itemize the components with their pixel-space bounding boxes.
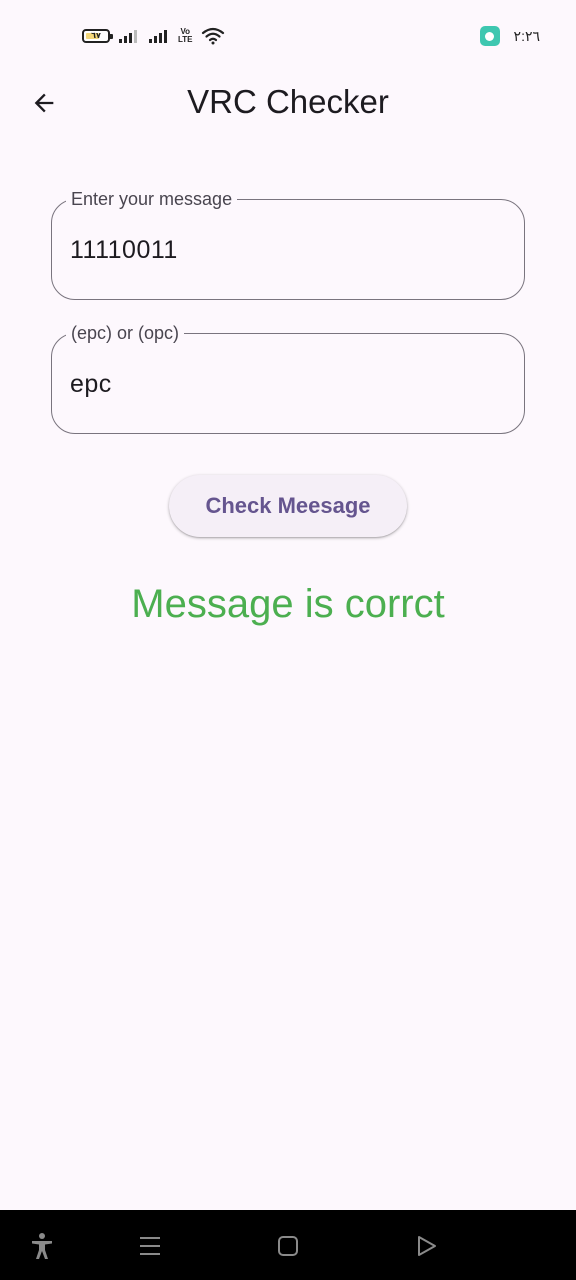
status-icons-left: ٦٧ Vo LTE — [82, 24, 225, 48]
status-icons-right: ٢:٢٦ — [479, 24, 540, 48]
message-input-label: Enter your message — [66, 187, 238, 211]
volte-icon: Vo LTE — [178, 28, 193, 44]
status-time: ٢:٢٦ — [513, 27, 540, 44]
check-message-button[interactable]: Check Meesage — [169, 475, 407, 537]
home-icon — [278, 1236, 298, 1256]
menu-icon — [140, 1237, 160, 1255]
recent-apps-button[interactable] — [134, 1230, 166, 1262]
app-bar: VRC Checker — [0, 72, 576, 134]
status-bar: ٦٧ Vo LTE ٢:٢٦ — [0, 0, 576, 72]
code-type-input-label: (epc) or (opc) — [66, 321, 185, 345]
page-title: VRC Checker — [187, 83, 389, 120]
code-type-input[interactable]: (epc) or (opc) epc — [51, 321, 525, 434]
message-input-value[interactable]: 11110011 — [70, 234, 506, 266]
system-navigation-bar — [0, 1210, 576, 1280]
message-input[interactable]: Enter your message 11110011 — [51, 187, 525, 300]
signal-icon — [148, 28, 170, 44]
signal-icon — [118, 28, 140, 44]
wifi-icon — [201, 27, 225, 45]
notification-app-icon — [479, 26, 500, 46]
home-button[interactable] — [272, 1230, 304, 1262]
back-nav-button[interactable] — [410, 1230, 442, 1262]
battery-level: ٦٧ — [91, 31, 101, 40]
back-icon — [418, 1236, 436, 1256]
accessibility-button[interactable] — [26, 1230, 58, 1262]
volte-label-bottom: LTE — [178, 35, 193, 44]
accessibility-icon — [32, 1233, 52, 1259]
screen: ٦٧ Vo LTE ٢:٢٦ VRC Checker Enter your me… — [0, 0, 576, 1280]
code-type-input-value[interactable]: epc — [70, 368, 506, 400]
battery-icon: ٦٧ — [82, 29, 113, 43]
result-message: Message is corrct — [131, 582, 445, 626]
